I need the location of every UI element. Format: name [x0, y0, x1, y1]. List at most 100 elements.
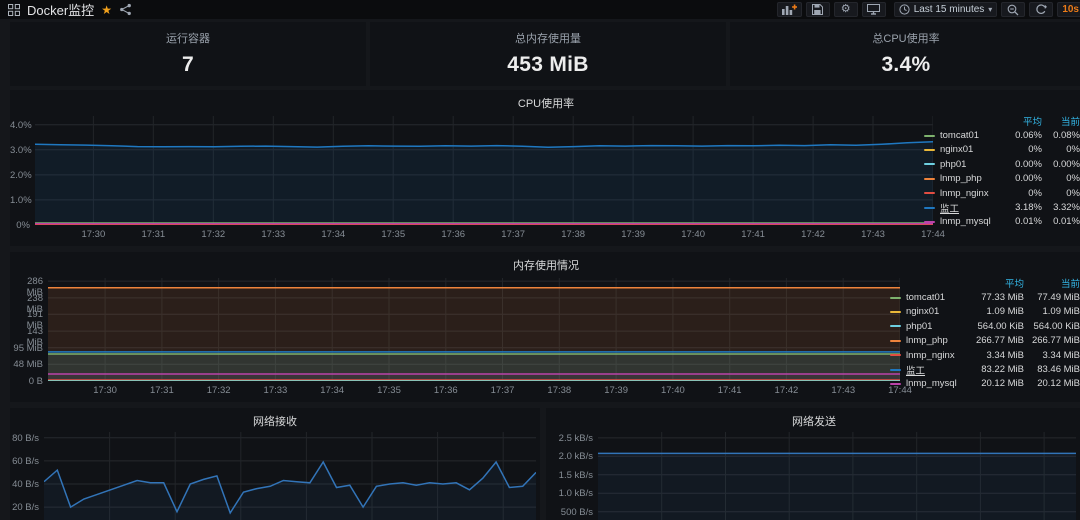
y-axis-tick: 40 B/s — [10, 479, 39, 490]
x-axis-tick: 17:30 — [81, 385, 129, 396]
y-axis-tick: 60 B/s — [10, 456, 39, 467]
panel-network-receive: 网络接收 20 B/s40 B/s60 B/s80 B/s — [10, 408, 540, 520]
panel-title[interactable]: 内存使用情况 — [10, 257, 1080, 273]
x-axis-tick: 17:31 — [129, 229, 177, 240]
series-name[interactable]: 监工 — [940, 201, 1000, 215]
x-axis-tick: 17:41 — [706, 385, 754, 396]
x-axis-tick: 17:42 — [762, 385, 810, 396]
star-icon[interactable]: ★ — [101, 4, 112, 16]
series-avg-value: 0.00% — [1000, 159, 1042, 170]
stat-value: 7 — [10, 53, 366, 77]
series-avg-value: 0% — [1000, 188, 1042, 199]
dashboard-title[interactable]: Docker监控 — [27, 0, 94, 19]
x-axis-tick: 17:40 — [649, 385, 697, 396]
legend-row[interactable]: 监工83.22 MiB83.46 MiB — [890, 362, 1080, 376]
y-axis-tick: 80 B/s — [10, 433, 39, 444]
series-color-swatch — [924, 149, 935, 151]
series-current-value: 0.08% — [1042, 130, 1080, 141]
refresh-icon — [1035, 4, 1047, 16]
series-name[interactable]: lnmp_nginx — [906, 350, 964, 361]
series-name[interactable]: lnmp_nginx — [940, 188, 1000, 199]
series-name[interactable]: nginx01 — [906, 306, 964, 317]
network-receive-chart[interactable] — [44, 432, 536, 520]
legend-row[interactable]: php010.00%0.00% — [924, 157, 1080, 171]
legend-row[interactable]: lnmp_nginx0%0% — [924, 186, 1080, 200]
legend-row[interactable]: nginx010%0% — [924, 143, 1080, 157]
legend-header-current[interactable]: 当前 — [1024, 276, 1080, 290]
x-axis-tick: 17:33 — [249, 229, 297, 240]
panel-title[interactable]: CPU使用率 — [10, 95, 1080, 111]
legend-row[interactable]: lnmp_php0.00%0% — [924, 172, 1080, 186]
series-current-value: 0% — [1042, 188, 1080, 199]
x-axis-tick: 17:32 — [195, 385, 243, 396]
time-range-picker[interactable]: Last 15 minutes ▾ — [894, 2, 998, 17]
series-avg-value: 77.33 MiB — [964, 292, 1024, 303]
legend-row[interactable]: php01564.00 KiB564.00 KiB — [890, 319, 1080, 333]
cpu-usage-chart[interactable] — [35, 116, 933, 225]
legend-row[interactable]: nginx011.09 MiB1.09 MiB — [890, 305, 1080, 319]
dashboard: Docker监控 ★ — [0, 0, 1080, 520]
stat-label: 运行容器 — [10, 30, 366, 46]
stat-value: 3.4% — [730, 53, 1080, 77]
legend-row[interactable]: tomcat0177.33 MiB77.49 MiB — [890, 290, 1080, 304]
series-avg-value: 1.09 MiB — [964, 306, 1024, 317]
series-current-value: 77.49 MiB — [1024, 292, 1080, 303]
zoom-out-button[interactable] — [1001, 2, 1025, 17]
y-axis-tick: 1.5 kB/s — [546, 470, 593, 481]
x-axis-tick: 17:32 — [189, 229, 237, 240]
series-color-swatch — [890, 325, 901, 327]
series-name[interactable]: php01 — [906, 321, 964, 332]
save-dashboard-button[interactable] — [806, 2, 830, 17]
y-axis-tick: 2.0% — [10, 170, 30, 181]
y-axis-tick: 48 MiB — [10, 359, 43, 370]
x-axis-tick: 17:43 — [849, 229, 897, 240]
x-axis-tick: 17:39 — [592, 385, 640, 396]
y-axis-tick: 2.5 kB/s — [546, 433, 593, 444]
stat-panel-running-containers: 运行容器 7 — [10, 22, 366, 86]
gear-icon: ⚙ — [841, 4, 851, 15]
panel-title[interactable]: 网络接收 — [10, 413, 540, 429]
x-axis-tick: 17:44 — [909, 229, 957, 240]
legend-header-avg[interactable]: 平均 — [964, 276, 1024, 290]
network-send-chart[interactable] — [598, 432, 1076, 520]
memory-legend: 平均当前tomcat0177.33 MiB77.49 MiBnginx011.0… — [890, 276, 1080, 391]
clock-icon — [899, 4, 910, 15]
apps-grid-icon[interactable] — [8, 4, 20, 16]
save-icon — [812, 4, 823, 15]
legend-row[interactable]: lnmp_php266.77 MiB266.77 MiB — [890, 334, 1080, 348]
legend-row[interactable]: tomcat010.06%0.08% — [924, 128, 1080, 142]
series-avg-value: 20.12 MiB — [964, 378, 1024, 389]
y-axis-tick: 0 B — [10, 376, 43, 387]
series-name[interactable]: lnmp_php — [940, 173, 1000, 184]
x-axis-tick: 17:31 — [138, 385, 186, 396]
x-axis-tick: 17:38 — [535, 385, 583, 396]
panel-network-send: 网络发送 500 B/s1.0 kB/s1.5 kB/s2.0 kB/s2.5 … — [546, 408, 1080, 520]
add-panel-button[interactable] — [777, 2, 802, 17]
series-color-swatch — [890, 340, 901, 342]
series-avg-value: 0.06% — [1000, 130, 1042, 141]
panel-title[interactable]: 网络发送 — [546, 413, 1080, 429]
x-axis-tick: 17:38 — [549, 229, 597, 240]
series-name[interactable]: 监工 — [906, 363, 964, 377]
series-name[interactable]: tomcat01 — [940, 130, 1000, 141]
memory-usage-chart[interactable] — [48, 278, 900, 381]
legend-header-avg[interactable]: 平均 — [1000, 114, 1042, 128]
dashboard-settings-button[interactable]: ⚙ — [834, 2, 858, 17]
legend-row[interactable]: 监工3.18%3.32% — [924, 200, 1080, 214]
series-name[interactable]: php01 — [940, 159, 1000, 170]
series-name[interactable]: lnmp_php — [906, 335, 964, 346]
x-axis-tick: 17:35 — [369, 229, 417, 240]
share-icon[interactable] — [119, 3, 132, 16]
series-name[interactable]: tomcat01 — [906, 292, 964, 303]
series-name[interactable]: lnmp_mysql — [940, 216, 1000, 227]
series-avg-value: 0.01% — [1000, 216, 1042, 227]
legend-row[interactable]: lnmp_mysql0.01%0.01% — [924, 215, 1080, 229]
refresh-interval-button[interactable]: 10s — [1057, 2, 1080, 17]
series-color-swatch — [924, 207, 935, 209]
legend-header-current[interactable]: 当前 — [1042, 114, 1080, 128]
legend-row[interactable]: lnmp_nginx3.34 MiB3.34 MiB — [890, 348, 1080, 362]
cycle-view-button[interactable] — [862, 2, 886, 17]
series-current-value: 1.09 MiB — [1024, 306, 1080, 317]
refresh-button[interactable] — [1029, 2, 1053, 17]
series-name[interactable]: nginx01 — [940, 144, 1000, 155]
